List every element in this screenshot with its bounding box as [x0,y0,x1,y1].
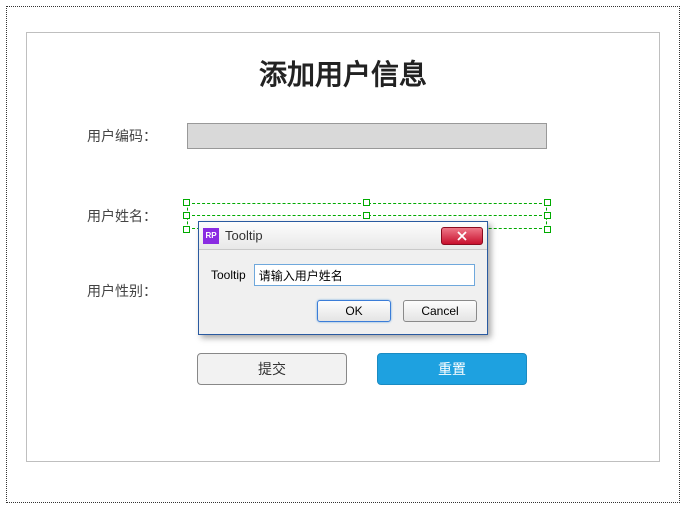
row-user-gender: 用户性别： [87,281,187,301]
resize-handle[interactable] [544,199,551,206]
resize-handle[interactable] [363,199,370,206]
ok-button[interactable]: OK [317,300,391,322]
label-user-gender: 用户性别： [87,281,187,301]
resize-handle[interactable] [183,199,190,206]
resize-handle[interactable] [544,212,551,219]
input-user-code[interactable] [187,123,547,149]
close-icon [456,231,468,241]
label-user-name: 用户姓名： [87,206,187,226]
submit-button[interactable]: 提交 [197,353,347,385]
cancel-button[interactable]: Cancel [403,300,477,322]
app-logo-icon: RP [203,228,219,244]
page-title: 添加用户信息 [27,53,659,93]
label-user-code: 用户编码： [87,126,187,146]
dialog-title-text: Tooltip [225,228,263,243]
tooltip-input[interactable] [254,264,475,286]
tooltip-dialog: RP Tooltip Tooltip OK Cancel [198,221,488,335]
reset-button[interactable]: 重置 [377,353,527,385]
resize-handle[interactable] [544,226,551,233]
dialog-titlebar[interactable]: RP Tooltip [199,222,487,250]
resize-handle[interactable] [183,226,190,233]
row-user-code: 用户编码： [87,123,547,149]
resize-handle[interactable] [183,212,190,219]
dialog-body: Tooltip [199,250,487,292]
dialog-footer: OK Cancel [199,292,487,334]
dialog-field-label: Tooltip [211,268,246,282]
button-row: 提交 重置 [197,353,527,385]
close-button[interactable] [441,227,483,245]
resize-handle[interactable] [363,212,370,219]
